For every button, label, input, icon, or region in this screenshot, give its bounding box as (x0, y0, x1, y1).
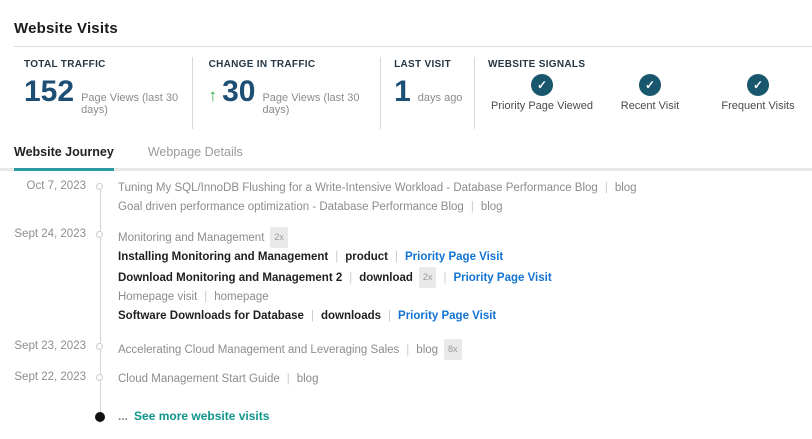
pipe-separator: | (406, 344, 409, 356)
entry-title: Download Monitoring and Management 2 (118, 272, 342, 284)
stat-last-visit: LAST VISIT 1 days ago (380, 57, 474, 129)
entry-category: blog (297, 373, 319, 385)
signal-label: Recent Visit (621, 100, 680, 112)
tabs: Website Journey Webpage Details (0, 145, 812, 171)
stat-unit: Page Views (last 30 days) (262, 92, 380, 116)
panel-header: Website Visits (0, 0, 812, 46)
timeline-entry: Download Monitoring and Management 2 | dow… (118, 267, 552, 288)
entry-title: Cloud Management Start Guide (118, 373, 280, 385)
timeline-node-icon (96, 231, 103, 238)
entry-category: download (359, 272, 413, 284)
pipe-separator: | (204, 291, 207, 303)
signal-label: Frequent Visits (721, 100, 794, 112)
page-title: Website Visits (14, 20, 812, 37)
timeline-node-icon (96, 343, 103, 350)
entry-title: Installing Monitoring and Management (118, 251, 328, 263)
stat-change-in-traffic: CHANGE IN TRAFFIC ↑ 30 Page Views (last … (192, 57, 381, 129)
entry-category: blog (416, 344, 438, 356)
entry-title: Software Downloads for Database (118, 310, 304, 322)
stat-unit: days ago (418, 92, 463, 104)
timeline-node-icon (96, 374, 103, 381)
entry-category: homepage (214, 291, 268, 303)
visit-count-badge: 8x (444, 339, 462, 360)
timeline-node-icon (96, 183, 103, 190)
pipe-separator: | (471, 201, 474, 213)
ellipsis: ... (118, 409, 128, 423)
check-circle-icon: ✓ (531, 74, 553, 96)
signals-label: WEBSITE SIGNALS (488, 59, 812, 70)
entry-category: product (345, 251, 388, 263)
timeline-entry: Homepage visit | homepage (118, 288, 552, 307)
timeline-date: Sept 23, 2023 (0, 339, 86, 360)
timeline-date: Sept 22, 2023 (0, 370, 86, 389)
signal-frequent-visits: ✓ Frequent Visits (704, 74, 812, 112)
stat-total-traffic: TOTAL TRAFFIC 152 Page Views (last 30 da… (0, 57, 192, 129)
header-divider (14, 46, 812, 47)
signal-priority-page-viewed: ✓ Priority Page Viewed (488, 74, 596, 112)
timeline-group: Oct 7, 2023 Tuning My SQL/InnoDB Flushin… (0, 179, 812, 217)
timeline-entry: Monitoring and Management 2x (118, 227, 552, 248)
stat-value: 1 (394, 77, 411, 107)
timeline-entry: Software Downloads for Database | download… (118, 307, 552, 326)
timeline-end-dot-icon (95, 412, 105, 422)
timeline-entry: Accelerating Cloud Management and Levera… (118, 339, 462, 360)
pipe-separator: | (349, 272, 352, 284)
priority-page-visit-link[interactable]: Priority Page Visit (398, 310, 496, 322)
tab-website-journey[interactable]: Website Journey (14, 145, 114, 171)
priority-page-visit-link[interactable]: Priority Page Visit (453, 272, 551, 284)
website-signals: WEBSITE SIGNALS ✓ Priority Page Viewed ✓… (474, 57, 812, 129)
entry-title: Tuning My SQL/InnoDB Flushing for a Writ… (118, 182, 598, 194)
up-arrow-icon: ↑ (209, 87, 218, 104)
timeline-entry: Goal driven performance optimization - D… (118, 198, 637, 217)
stats-row: TOTAL TRAFFIC 152 Page Views (last 30 da… (0, 57, 812, 129)
entry-category: blog (481, 201, 503, 213)
see-more-link[interactable]: See more website visits (134, 409, 269, 423)
tab-webpage-details[interactable]: Webpage Details (148, 145, 243, 168)
check-circle-icon: ✓ (747, 74, 769, 96)
timeline-group: Sept 24, 2023 Monitoring and Management 2… (0, 227, 812, 326)
timeline-date: Sept 24, 2023 (0, 227, 86, 326)
stat-label: CHANGE IN TRAFFIC (209, 59, 381, 70)
pipe-separator: | (311, 310, 314, 322)
pipe-separator: | (287, 373, 290, 385)
timeline-group: Sept 23, 2023 Accelerating Cloud Managem… (0, 339, 812, 360)
entry-title: Accelerating Cloud Management and Levera… (118, 344, 399, 356)
timeline-date: Oct 7, 2023 (0, 179, 86, 217)
entry-category: blog (615, 182, 637, 194)
visit-count-badge: 2x (270, 227, 288, 248)
entry-title: Homepage visit (118, 291, 197, 303)
signal-label: Priority Page Viewed (491, 100, 593, 112)
stat-unit: Page Views (last 30 days) (81, 92, 192, 116)
pipe-separator: | (605, 182, 608, 194)
signal-recent-visit: ✓ Recent Visit (596, 74, 704, 112)
entry-title: Monitoring and Management (118, 232, 264, 244)
stat-value: 30 (222, 77, 255, 107)
pipe-separator: | (335, 251, 338, 263)
pipe-separator: | (443, 272, 446, 284)
stat-value: 152 (24, 77, 74, 107)
timeline-entry: Installing Monitoring and Management | pro… (118, 248, 552, 267)
priority-page-visit-link[interactable]: Priority Page Visit (405, 251, 503, 263)
check-circle-icon: ✓ (639, 74, 661, 96)
entry-category: downloads (321, 310, 381, 322)
visit-count-badge: 2x (419, 267, 437, 288)
website-journey-timeline: Oct 7, 2023 Tuning My SQL/InnoDB Flushin… (0, 171, 812, 423)
stat-label: TOTAL TRAFFIC (24, 59, 192, 70)
timeline-entry: Cloud Management Start Guide | blog (118, 370, 318, 389)
timeline-footer: ... See more website visits (0, 409, 812, 423)
pipe-separator: | (388, 310, 391, 322)
timeline-entry: Tuning My SQL/InnoDB Flushing for a Writ… (118, 179, 637, 198)
timeline-group: Sept 22, 2023 Cloud Management Start Gui… (0, 370, 812, 389)
stat-label: LAST VISIT (394, 59, 474, 70)
entry-title: Goal driven performance optimization - D… (118, 201, 464, 213)
website-visits-panel: Website Visits TOTAL TRAFFIC 152 Page Vi… (0, 0, 812, 423)
pipe-separator: | (395, 251, 398, 263)
